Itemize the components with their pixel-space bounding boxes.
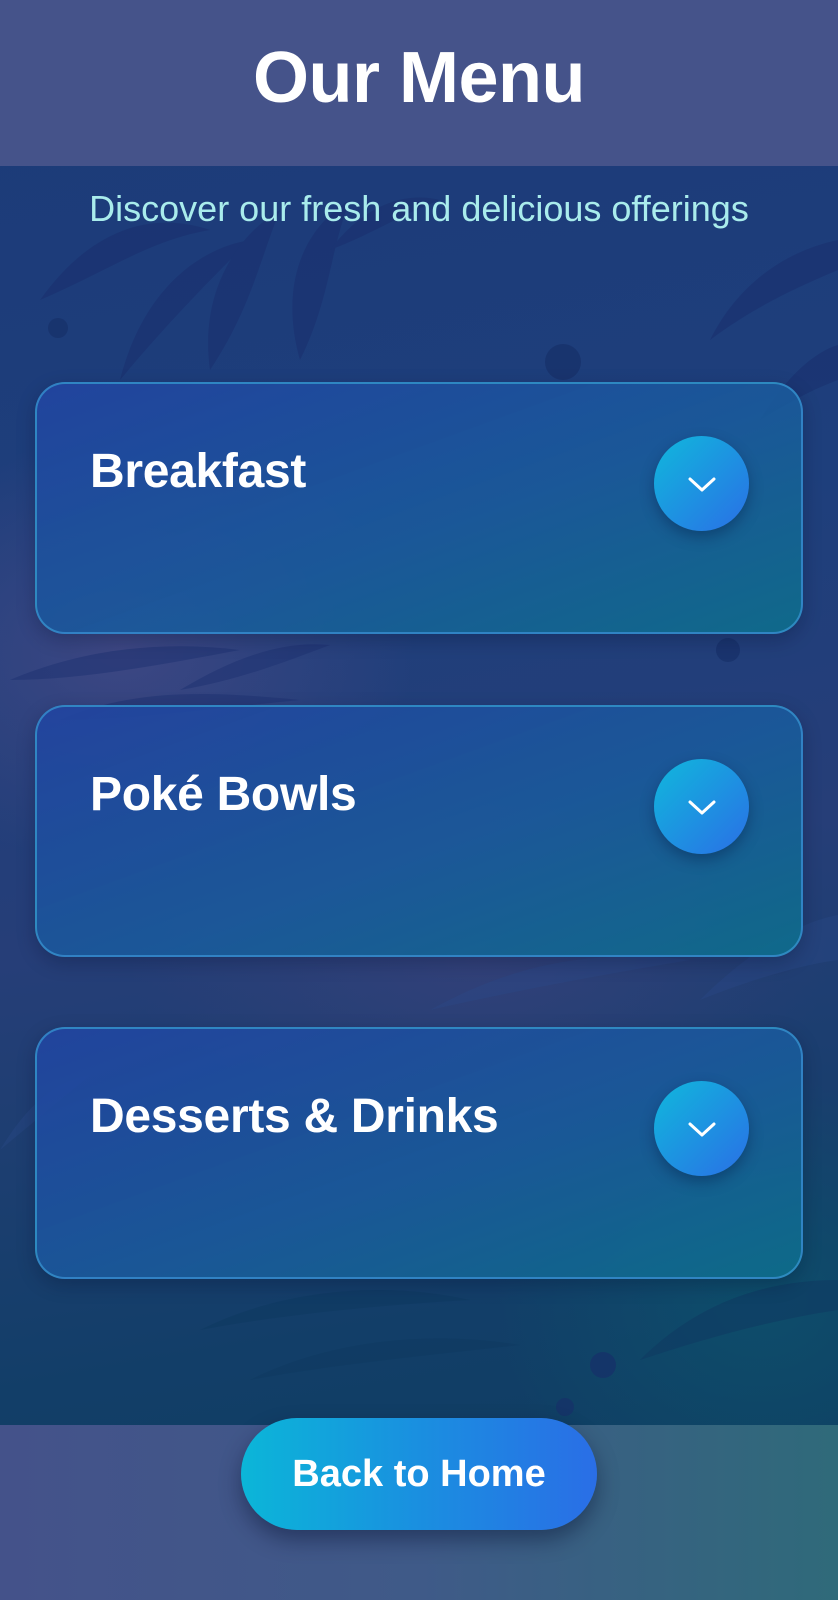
page-subtitle: Discover our fresh and delicious offerin… (89, 188, 749, 229)
expand-button[interactable] (654, 436, 749, 531)
menu-category-breakfast[interactable]: Breakfast (35, 382, 803, 634)
menu-category-title: Breakfast (90, 445, 307, 498)
expand-button[interactable] (654, 1081, 749, 1176)
back-to-home-button[interactable]: Back to Home (241, 1418, 597, 1530)
expand-button[interactable] (654, 759, 749, 854)
page-header: Our Menu (0, 0, 838, 166)
menu-category-poke-bowls[interactable]: Poké Bowls (35, 705, 803, 957)
menu-category-title: Poké Bowls (90, 768, 357, 821)
menu-category-title: Desserts & Drinks (90, 1090, 499, 1143)
chevron-down-icon (688, 1122, 715, 1136)
chevron-down-icon (688, 800, 715, 814)
menu-category-desserts-drinks[interactable]: Desserts & Drinks (35, 1027, 803, 1279)
page-title: Our Menu (253, 38, 586, 118)
chevron-down-icon (688, 477, 715, 491)
